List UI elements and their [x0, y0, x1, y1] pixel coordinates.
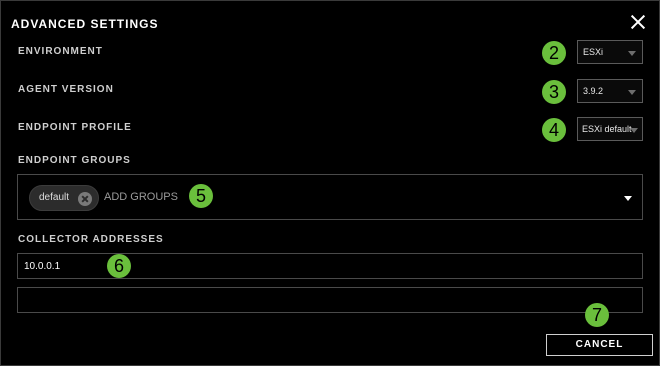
- collector-addresses-label: COLLECTOR ADDRESSES: [18, 234, 164, 245]
- environment-select[interactable]: ESXi: [577, 40, 643, 64]
- step-badge-3: 3: [542, 80, 566, 104]
- group-chip: default: [29, 185, 99, 211]
- chevron-down-icon: [628, 51, 636, 56]
- group-chip-label: default: [39, 192, 70, 203]
- agent-version-label: AGENT VERSION: [18, 84, 114, 95]
- endpoint-profile-label: ENDPOINT PROFILE: [18, 122, 132, 133]
- step-badge-2: 2: [542, 41, 566, 65]
- step-badge-5: 5: [189, 184, 213, 208]
- step-badge-4: 4: [542, 118, 566, 142]
- chevron-down-icon[interactable]: [624, 196, 632, 201]
- endpoint-profile-select[interactable]: ESXi default: [577, 117, 643, 141]
- chevron-down-icon: [628, 90, 636, 95]
- endpoint-groups-label: ENDPOINT GROUPS: [18, 155, 131, 166]
- agent-version-select[interactable]: 3.9.2: [577, 79, 643, 103]
- endpoint-groups-input[interactable]: default ADD GROUPS: [17, 174, 643, 220]
- add-groups-placeholder[interactable]: ADD GROUPS: [104, 191, 178, 203]
- step-badge-7: 7: [585, 303, 609, 327]
- endpoint-profile-select-value: ESXi default: [582, 124, 632, 134]
- advanced-settings-dialog: ADVANCED SETTINGS ENVIRONMENT 2 ESXi AGE…: [0, 0, 660, 366]
- step-badge-6: 6: [107, 254, 131, 278]
- chevron-down-icon: [630, 128, 638, 133]
- close-icon[interactable]: [629, 13, 647, 31]
- agent-version-select-value: 3.9.2: [583, 86, 604, 96]
- collector-address-field-2[interactable]: [17, 287, 643, 313]
- cancel-button[interactable]: CANCEL: [546, 334, 653, 356]
- environment-select-value: ESXi: [583, 47, 604, 57]
- environment-label: ENVIRONMENT: [18, 46, 103, 57]
- dialog-title: ADVANCED SETTINGS: [11, 17, 159, 31]
- remove-chip-icon[interactable]: [78, 192, 92, 206]
